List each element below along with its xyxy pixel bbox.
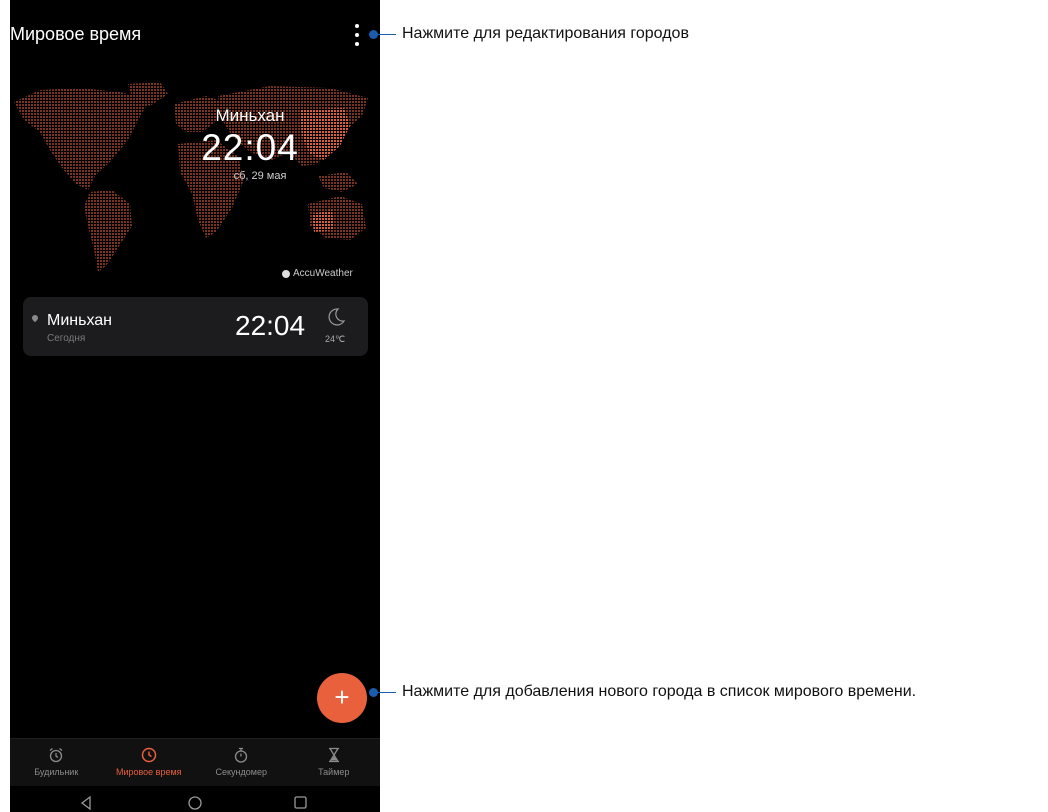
- more-options-button[interactable]: [350, 24, 364, 46]
- callout-add-text: Нажмите для добавления нового города в с…: [402, 683, 917, 700]
- tab-world-clock[interactable]: Мировое время: [103, 739, 196, 787]
- accuweather-logo-icon: [282, 269, 290, 278]
- callout-menu-line: [376, 34, 396, 35]
- phone-screen: Мировое время Миньхан 22:04 сб, 29 мая A…: [10, 0, 380, 812]
- more-vert-icon-dot: [355, 42, 359, 46]
- city-name: Миньхан: [47, 312, 112, 329]
- tab-timer-label: Таймер: [318, 767, 350, 777]
- stopwatch-icon: [235, 747, 248, 763]
- selected-city-clock: Миньхан 22:04 сб, 29 мая: [200, 106, 300, 182]
- tab-alarm[interactable]: Будильник: [10, 739, 103, 787]
- city-time: 22:04: [235, 310, 306, 341]
- world-map: [10, 80, 380, 290]
- hourglass-icon: [328, 747, 339, 763]
- world-map-graphic: [14, 82, 368, 272]
- top-app-bar: Мировое время: [10, 0, 380, 70]
- tab-timer[interactable]: Таймер: [288, 739, 381, 787]
- hero-date: сб, 29 мая: [233, 170, 287, 182]
- back-icon[interactable]: [80, 796, 92, 810]
- location-pin-icon: [30, 313, 40, 323]
- callout-menu-text: Нажмите для редактирования городов: [402, 25, 689, 42]
- clock-icon: [141, 747, 156, 763]
- tab-stopwatch[interactable]: Секундомер: [195, 739, 288, 787]
- add-city-button[interactable]: +: [317, 673, 367, 723]
- callout-add-line: [376, 692, 396, 693]
- accuweather-attribution: AccuWeather: [282, 268, 353, 279]
- hero-city-name: Миньхан: [215, 106, 285, 125]
- city-temperature: 24℃: [325, 334, 346, 344]
- home-icon[interactable]: [188, 796, 202, 810]
- more-vert-icon-dot: [355, 33, 359, 37]
- city-list-item[interactable]: Миньхан Сегодня 22:04 24℃: [23, 297, 368, 356]
- tab-stopwatch-label: Секундомер: [215, 767, 267, 777]
- bottom-navigation: Будильник Мировое время Секундомер Тайме…: [10, 738, 380, 787]
- tab-alarm-label: Будильник: [34, 767, 79, 777]
- tab-world-clock-label: Мировое время: [115, 767, 182, 777]
- alarm-clock-icon: [49, 747, 63, 763]
- hero-time: 22:04: [201, 127, 299, 168]
- moon-icon: [328, 308, 346, 326]
- page-title: Мировое время: [10, 24, 142, 44]
- more-vert-icon: [355, 24, 359, 28]
- system-navigation-bar: [10, 786, 380, 812]
- accuweather-label: AccuWeather: [293, 268, 353, 279]
- city-day: Сегодня: [47, 333, 86, 344]
- recents-icon[interactable]: [294, 796, 307, 809]
